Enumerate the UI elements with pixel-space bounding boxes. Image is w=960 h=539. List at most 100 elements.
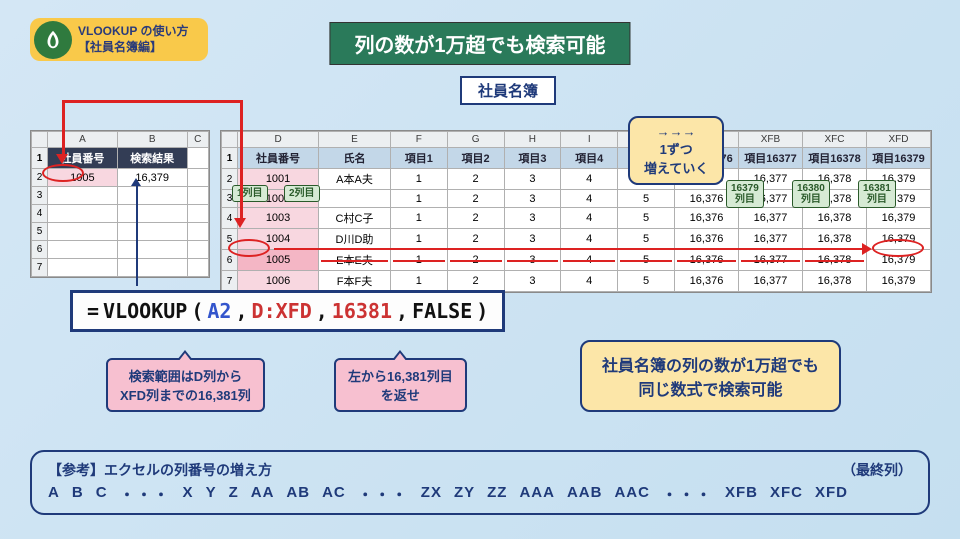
ref-col: ZX xyxy=(421,484,442,505)
data-cell[interactable]: 3 xyxy=(504,190,561,208)
id-cell[interactable] xyxy=(48,241,118,259)
data-cell[interactable]: 16,379 xyxy=(867,250,931,271)
red-row-arrow xyxy=(862,243,872,255)
data-cell[interactable]: 5 xyxy=(618,190,675,208)
header-cell: 項目4 xyxy=(561,148,618,169)
name-cell[interactable]: C村C子 xyxy=(319,208,391,229)
name-cell[interactable] xyxy=(319,190,391,208)
data-cell[interactable]: 2 xyxy=(447,169,504,190)
note-l1: 社員名簿の列の数が1万超でも xyxy=(602,352,819,376)
data-cell[interactable]: 16,379 xyxy=(867,271,931,292)
data-cell[interactable]: 16,378 xyxy=(803,250,867,271)
bubble-index: 左から16,381列目 を返せ xyxy=(334,358,467,412)
data-cell[interactable]: 1 xyxy=(390,271,447,292)
data-cell[interactable]: 16,377 xyxy=(739,229,803,250)
id-cell[interactable]: 1005 xyxy=(48,169,118,187)
ref-col: ZZ xyxy=(487,484,507,505)
id-cell[interactable]: 1003 xyxy=(238,208,319,229)
col-letter: D xyxy=(238,132,319,148)
name-cell[interactable]: F本F夫 xyxy=(319,271,391,292)
blue-arrow-up xyxy=(131,178,141,186)
data-cell[interactable]: 16,376 xyxy=(675,229,739,250)
data-cell[interactable]: 1 xyxy=(390,208,447,229)
data-cell[interactable]: 4 xyxy=(561,190,618,208)
header-cell xyxy=(187,148,208,169)
ref-col: AAA xyxy=(519,484,555,505)
data-cell[interactable]: 4 xyxy=(561,169,618,190)
data-cell[interactable]: 4 xyxy=(561,229,618,250)
data-cell[interactable]: 1 xyxy=(390,250,447,271)
data-cell[interactable]: 3 xyxy=(504,229,561,250)
data-cell[interactable]: 2 xyxy=(447,250,504,271)
data-cell[interactable]: 5 xyxy=(618,250,675,271)
data-cell[interactable]: 2 xyxy=(447,190,504,208)
result-cell[interactable]: 16,379 xyxy=(117,169,187,187)
formula-comma1: , xyxy=(235,299,247,323)
id-cell[interactable] xyxy=(48,259,118,277)
data-cell[interactable]: 16,379 xyxy=(867,208,931,229)
mini-col1: 1列目 xyxy=(232,185,268,202)
data-cell[interactable]: 16,378 xyxy=(803,229,867,250)
ref-col: C xyxy=(96,484,108,505)
data-cell[interactable]: 3 xyxy=(504,208,561,229)
data-cell[interactable]: 3 xyxy=(504,271,561,292)
col-letter: B xyxy=(117,132,187,148)
id-cell[interactable] xyxy=(48,187,118,205)
data-cell[interactable]: 3 xyxy=(504,250,561,271)
data-cell[interactable]: 2 xyxy=(447,229,504,250)
data-cell[interactable]: 4 xyxy=(561,208,618,229)
result-cell[interactable] xyxy=(117,223,187,241)
bubble-range-l1: 検索範囲はD列から xyxy=(120,366,251,385)
data-cell[interactable]: 16,378 xyxy=(803,208,867,229)
id-cell[interactable] xyxy=(48,223,118,241)
col-letter: XFB xyxy=(739,132,803,148)
name-cell[interactable]: D川D助 xyxy=(319,229,391,250)
formula-false: FALSE xyxy=(412,299,472,323)
id-cell[interactable]: 1006 xyxy=(238,271,319,292)
leaf-logo-icon xyxy=(34,21,72,59)
data-cell[interactable]: 4 xyxy=(561,271,618,292)
header-cell: 項目16377 xyxy=(739,148,803,169)
result-cell[interactable] xyxy=(117,241,187,259)
data-cell[interactable]: 16,377 xyxy=(739,271,803,292)
data-cell[interactable]: 4 xyxy=(561,250,618,271)
header-cell: 氏名 xyxy=(319,148,391,169)
data-cell[interactable]: 1 xyxy=(390,190,447,208)
data-cell[interactable]: 16,379 xyxy=(867,229,931,250)
data-cell[interactable]: 3 xyxy=(504,169,561,190)
formula-comma3: , xyxy=(396,299,408,323)
data-cell[interactable]: 1 xyxy=(390,229,447,250)
data-cell[interactable]: 2 xyxy=(447,208,504,229)
header-cell: 社員番号 xyxy=(238,148,319,169)
id-cell[interactable] xyxy=(48,205,118,223)
blue-line xyxy=(136,184,138,286)
data-cell[interactable]: 2 xyxy=(447,271,504,292)
name-cell[interactable]: E本E夫 xyxy=(319,250,391,271)
data-cell[interactable]: 5 xyxy=(618,208,675,229)
result-cell[interactable] xyxy=(117,205,187,223)
header-cell: 項目2 xyxy=(447,148,504,169)
data-cell[interactable]: 16,377 xyxy=(739,250,803,271)
header-cell: 項目16378 xyxy=(803,148,867,169)
ref-col: X xyxy=(183,484,194,505)
id-cell[interactable]: 1004 xyxy=(238,229,319,250)
data-cell[interactable]: 1 xyxy=(390,169,447,190)
col-letter xyxy=(32,132,48,148)
data-cell[interactable]: 16,376 xyxy=(675,271,739,292)
data-cell[interactable]: 5 xyxy=(618,229,675,250)
header-cell: 項目1 xyxy=(390,148,447,169)
data-cell[interactable]: 16,376 xyxy=(675,208,739,229)
result-cell[interactable] xyxy=(117,259,187,277)
col-letter: A xyxy=(48,132,118,148)
data-cell[interactable]: 16,378 xyxy=(803,271,867,292)
ref-col: ZY xyxy=(454,484,475,505)
badge-line1: VLOOKUP の使い方 xyxy=(78,24,188,40)
id-cell[interactable]: 1005 xyxy=(238,250,319,271)
result-cell[interactable] xyxy=(117,187,187,205)
data-cell[interactable]: 16,377 xyxy=(739,208,803,229)
data-cell[interactable]: 16,376 xyxy=(675,250,739,271)
name-cell[interactable]: A本A夫 xyxy=(319,169,391,190)
data-cell[interactable]: 5 xyxy=(618,271,675,292)
col-letter: C xyxy=(187,132,208,148)
ref-col: AAB xyxy=(567,484,603,505)
